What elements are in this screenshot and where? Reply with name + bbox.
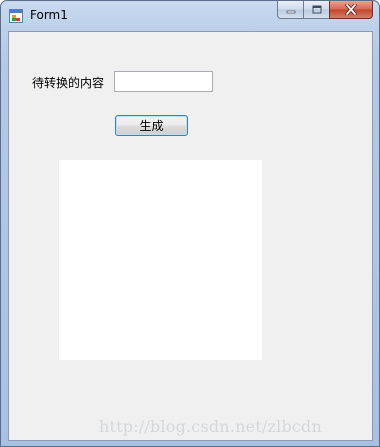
picture-box [59,160,262,360]
form-client-area: 待转换的内容 生成 [8,31,373,441]
watermark-text: http://blog.csdn.net/zlbcdn [99,417,322,436]
maximize-icon [312,5,321,14]
caption-buttons [277,1,373,21]
form-app-icon [9,9,23,23]
close-button[interactable] [329,1,373,19]
generate-button[interactable]: 生成 [115,115,188,136]
maximize-button[interactable] [303,1,329,19]
close-icon [345,4,357,15]
minimize-icon [286,10,295,13]
title-bar[interactable]: Form1 [1,1,379,31]
content-input[interactable] [114,71,213,92]
minimize-button[interactable] [277,1,303,19]
content-label: 待转换的内容 [32,76,105,90]
form-window: Form1 待转换的内容 生成 http://blog.csdn.net/zlb… [0,0,380,447]
window-title: Form1 [30,8,68,22]
